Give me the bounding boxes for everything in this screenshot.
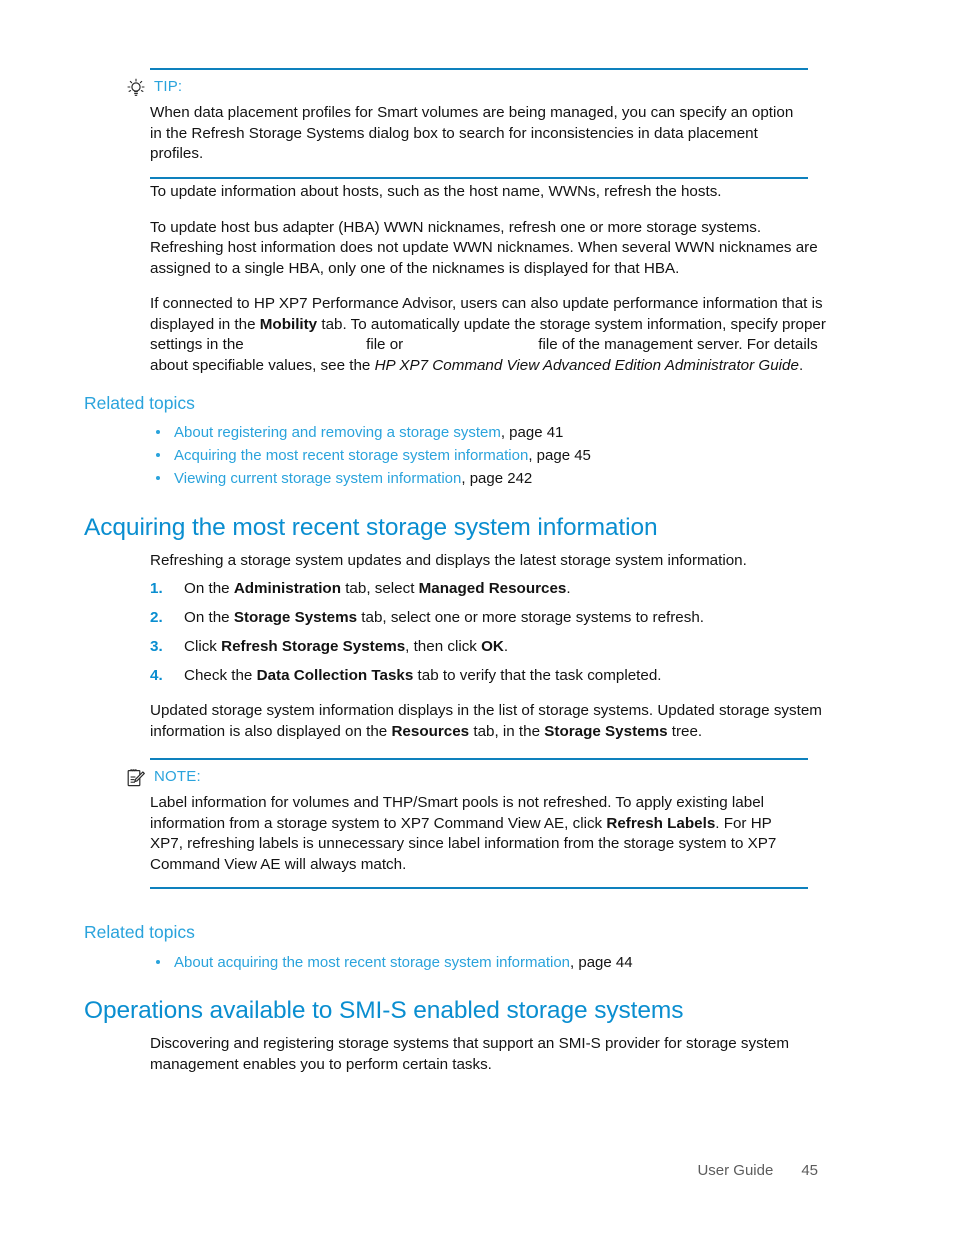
step-text-a: Check the [184,667,257,684]
related-topic-link[interactable]: About registering and removing a storage… [174,424,501,441]
tip-header: TIP: [126,70,808,97]
smis-lead-wrap: Discovering and registering storage syst… [150,1034,828,1090]
intro-paragraphs: To update information about hosts, such … [150,182,828,391]
intro-p3-hidden-filename-1 [248,335,366,356]
acquiring-after-paragraph: Updated storage system information displ… [150,701,828,742]
step-number: 3. [150,638,163,655]
step-bold-2: OK [481,638,504,655]
footer-label: User Guide [697,1162,774,1179]
bullet-icon [156,476,160,480]
acquiring-steps-list: 1. On the Administration tab, select Mana… [150,579,828,695]
list-item[interactable]: About acquiring the most recent storage … [150,951,633,974]
step-bold-2: Managed Resources [418,580,567,597]
step-bold-1: Storage Systems [233,609,358,626]
bullet-icon [156,960,160,964]
tip-label: TIP: [154,78,183,95]
related-topics-list-1: About registering and removing a storage… [150,421,591,490]
step-text-c: . [503,638,509,655]
intro-paragraph-3: If connected to HP XP7 Performance Advis… [150,294,828,376]
step-text-b: tab, select one or more storage systems … [357,609,704,626]
intro-paragraph-1: To update information about hosts, such … [150,183,722,200]
step-item: 4. Check the Data Collection Tasks tab to… [150,666,828,687]
after-seg-b: tab, in the [469,722,545,740]
step-text-b: tab to verify that the task completed. [413,667,662,684]
step-number: 2. [150,609,163,626]
list-item[interactable]: About registering and removing a storage… [150,421,591,444]
intro-p3-seg-e: . [798,356,804,374]
section-heading-acquiring: Acquiring the most recent storage system… [84,514,658,541]
related-topic-page-ref: , page 242 [461,470,533,487]
bullet-icon [156,430,160,434]
list-item[interactable]: Acquiring the most recent storage system… [150,444,591,467]
lightbulb-icon [126,78,146,98]
step-bold-1: Refresh Storage Systems [221,638,406,655]
step-number: 4. [150,667,163,684]
related-topic-link[interactable]: About acquiring the most recent storage … [174,954,570,971]
intro-p3-italic-guide-title: HP XP7 Command View Advanced Edition Adm… [374,356,799,374]
related-topic-link[interactable]: Acquiring the most recent storage system… [174,447,528,464]
step-item: 2. On the Storage Systems tab, select one… [150,608,828,629]
step-item: 1. On the Administration tab, select Mana… [150,579,828,600]
bullet-icon [156,453,160,457]
step-text-a: On the [184,609,234,626]
related-topic-page-ref: , page 41 [500,424,564,441]
step-item: 3. Click Refresh Storage Systems, then cl… [150,637,828,658]
document-page: TIP: When data placement profiles for Sm… [0,0,954,1235]
list-item[interactable]: Viewing current storage system informati… [150,467,591,490]
step-text-b: , then click [405,638,482,655]
related-topic-page-ref: , page 45 [528,447,591,464]
after-bold-resources: Resources [391,722,470,740]
page-footer: User Guide 45 [0,1162,954,1179]
footer-page-number: 45 [801,1162,818,1179]
note-bold-refresh-labels: Refresh Labels [606,814,716,832]
related-topics-heading-2: Related topics [84,922,195,942]
tip-admonition: TIP: When data placement profiles for Sm… [126,68,808,179]
intro-p3-hidden-filename-2 [407,335,538,356]
note-text: Label information for volumes and THP/Sm… [150,793,808,875]
acquiring-lead-paragraph: Refreshing a storage system updates and … [150,552,747,569]
note-bottom-rule [150,887,808,889]
related-topic-link[interactable]: Viewing current storage system informati… [174,470,461,487]
related-topics-heading-1: Related topics [84,393,195,413]
step-text-a: On the [184,580,234,597]
step-text-b: tab, select [340,580,419,597]
intro-p3-bold-mobility: Mobility [259,315,318,333]
smis-lead-paragraph: Discovering and registering storage syst… [150,1035,789,1073]
tip-text: When data placement profiles for Smart v… [150,104,794,162]
after-bold-storage-systems: Storage Systems [544,722,668,740]
note-label: NOTE: [154,768,201,785]
note-pencil-icon [126,768,146,788]
note-header: NOTE: [126,760,808,787]
step-text-a: Click [184,638,222,655]
step-number: 1. [150,580,163,597]
tip-bottom-rule [150,176,808,179]
related-topics-list-2: About acquiring the most recent storage … [150,951,633,974]
intro-p3-seg-c: file or [366,336,408,353]
section-heading-smis: Operations available to SMI-S enabled st… [84,997,684,1024]
intro-paragraph-2: To update host bus adapter (HBA) WWN nic… [150,218,818,277]
note-admonition: NOTE: Label information for volumes and … [126,758,808,889]
acquiring-after-paragraph-wrap: Updated storage system information displ… [150,701,828,757]
step-bold-1: Administration [233,580,341,597]
step-text-c: . [566,580,571,597]
step-bold-1: Data Collection Tasks [256,667,414,684]
related-topic-page-ref: , page 44 [570,954,633,971]
after-seg-c: tree. [667,722,703,740]
